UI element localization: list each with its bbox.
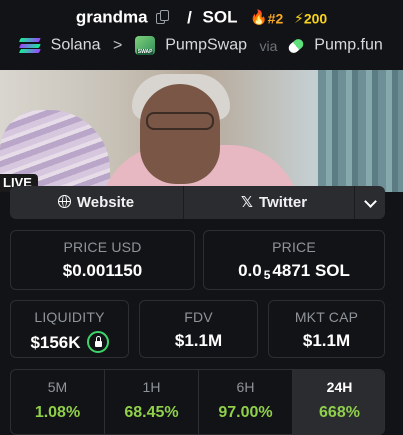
tab-5m[interactable]: 5M 1.08% xyxy=(11,370,105,434)
pair-breadcrumb: Solana > SWAP PumpSwap via Pump.fun xyxy=(0,36,403,55)
tab-label: 5M xyxy=(47,379,68,395)
liquidity-label: LIQUIDITY xyxy=(34,309,105,325)
price-native-value: 0.0 5 4871 SOL xyxy=(238,261,350,282)
market-cap-card: MKT CAP $1.1M xyxy=(268,300,385,358)
liquidity-value: $156K xyxy=(30,333,81,352)
fdv-value: $1.1M xyxy=(174,331,223,350)
pair-separator: / xyxy=(187,7,192,27)
tab-6h[interactable]: 6H 97.00% xyxy=(199,370,293,434)
solana-icon xyxy=(19,38,42,53)
lightning-icon: ⚡ xyxy=(293,9,304,26)
pill-icon xyxy=(286,36,306,55)
dex-link[interactable]: PumpSwap xyxy=(165,37,247,54)
website-button[interactable]: Website xyxy=(10,186,182,219)
pair-header: grandma / SOL 🔥#2 ⚡200 Solana > SWAP Pum… xyxy=(0,0,403,70)
x-logo-icon: 𝕏 xyxy=(240,194,254,211)
chain-link[interactable]: Solana xyxy=(51,37,101,54)
price-native-label: PRICE xyxy=(272,239,316,255)
price-usd-label: PRICE USD xyxy=(63,239,142,255)
tab-1h[interactable]: 1H 68.45% xyxy=(105,370,199,434)
tab-label: 6H xyxy=(236,379,255,395)
price-change: 68.45% xyxy=(124,404,179,421)
boost-badge[interactable]: ⚡200 xyxy=(293,9,328,26)
token-banner-image: LIVE xyxy=(0,70,403,192)
globe-icon xyxy=(57,195,71,208)
tab-label: 1H xyxy=(142,379,161,395)
price-usd-value: $0.001150 xyxy=(62,261,143,280)
price-change: 97.00% xyxy=(218,404,273,421)
launchpad-link[interactable]: Pump.fun xyxy=(314,37,382,54)
token-symbol: grandma xyxy=(75,7,148,27)
quote-symbol: SOL xyxy=(202,7,238,27)
timeframe-tabs: 5M 1.08% 1H 68.45% 6H 97.00% 24H 668% xyxy=(10,369,385,435)
price-zero-count: 5 xyxy=(263,268,271,282)
pair-title: grandma / SOL 🔥#2 ⚡200 xyxy=(0,7,403,28)
flame-icon: 🔥 xyxy=(250,9,268,26)
lock-icon[interactable] xyxy=(86,331,109,353)
website-label: Website xyxy=(76,194,135,211)
tab-24h[interactable]: 24H 668% xyxy=(293,370,384,434)
chevron-down-icon xyxy=(363,194,377,208)
twitter-label: Twitter xyxy=(259,194,308,211)
boost-count: 200 xyxy=(303,9,328,26)
chevron-right-icon: > xyxy=(112,36,123,54)
social-links-bar: Website 𝕏 Twitter xyxy=(10,186,385,219)
market-cap-label: MKT CAP xyxy=(294,309,359,325)
copy-icon[interactable] xyxy=(156,10,170,25)
fdv-card: FDV $1.1M xyxy=(139,300,258,358)
trending-rank: #2 xyxy=(267,9,284,26)
market-cap-value: $1.1M xyxy=(302,331,351,350)
liquidity-card: LIQUIDITY $156K xyxy=(10,300,129,358)
price-change: 668% xyxy=(319,404,360,421)
trending-rank-badge[interactable]: 🔥#2 xyxy=(250,9,284,26)
price-change: 1.08% xyxy=(34,404,81,421)
tab-label: 24H xyxy=(326,379,353,395)
more-links-button[interactable] xyxy=(354,186,385,219)
twitter-button[interactable]: 𝕏 Twitter xyxy=(183,186,364,219)
price-native-card: PRICE 0.0 5 4871 SOL xyxy=(203,230,385,290)
price-usd-card: PRICE USD $0.001150 xyxy=(10,230,195,290)
via-label: via xyxy=(259,37,278,54)
fdv-label: FDV xyxy=(184,309,213,325)
pumpswap-icon: SWAP xyxy=(134,36,155,55)
